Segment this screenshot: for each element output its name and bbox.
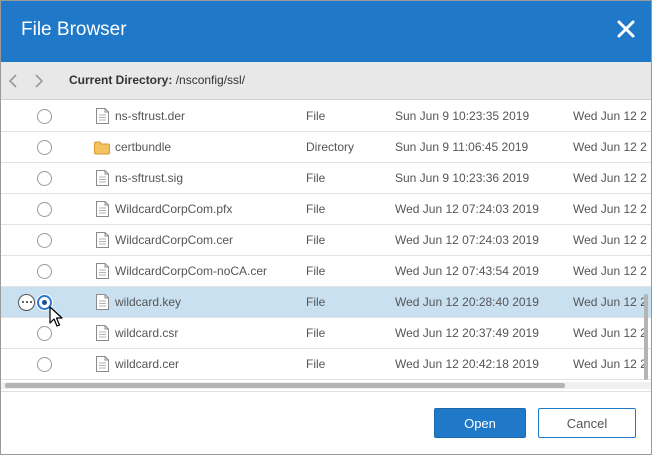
file-modified: Wed Jun 12 2 [573,202,647,216]
current-directory-path: /nsconfig/ssl/ [172,73,246,87]
file-type: File [306,357,326,371]
folder-icon [94,141,110,155]
file-modified: Wed Jun 12 2 [573,171,647,185]
close-icon[interactable] [615,18,637,40]
list-item[interactable]: WildcardCorpCom.cer File Wed Jun 12 07:2… [1,225,651,256]
file-created: Wed Jun 12 20:28:40 2019 [395,295,539,309]
file-type: File [306,202,326,216]
list-item-selected[interactable]: wildcard.key File Wed Jun 12 20:28:40 20… [1,287,651,318]
dialog-footer: Open Cancel [1,391,651,454]
open-button[interactable]: Open [434,408,526,438]
file-modified: Wed Jun 12 2 [573,264,647,278]
file-name[interactable]: WildcardCorpCom.pfx [115,202,232,216]
list-item[interactable]: ns-sftrust.sig File Sun Jun 9 10:23:36 2… [1,163,651,194]
file-created: Wed Jun 12 20:37:49 2019 [395,326,539,340]
cancel-button[interactable]: Cancel [538,408,636,438]
row-radio[interactable] [37,326,52,341]
file-created: Wed Jun 12 07:43:54 2019 [395,264,539,278]
list-item[interactable]: certbundle Directory Sun Jun 9 11:06:45 … [1,132,651,163]
file-name[interactable]: certbundle [115,140,171,154]
row-radio[interactable] [37,357,52,372]
file-type: File [306,233,326,247]
file-created: Sun Jun 9 10:23:36 2019 [395,171,530,185]
row-radio[interactable] [37,264,52,279]
file-icon [96,325,109,341]
file-icon [96,294,109,310]
file-name[interactable]: ns-sftrust.der [115,109,185,123]
file-icon [96,108,109,124]
row-radio[interactable] [37,140,52,155]
horizontal-scroll-thumb[interactable] [5,383,565,388]
file-name[interactable]: wildcard.cer [115,357,179,371]
file-name[interactable]: wildcard.csr [115,326,178,340]
file-icon [96,201,109,217]
file-browser-dialog: File Browser Current Directory: /nsconfi… [0,0,652,455]
file-modified: Wed Jun 12 2 [573,357,647,371]
row-radio[interactable] [37,109,52,124]
file-type: File [306,326,326,340]
row-radio[interactable] [37,171,52,186]
file-list: ns-sftrust.der File Sun Jun 9 10:23:35 2… [1,101,651,382]
list-item[interactable]: wildcard.cer File Wed Jun 12 20:42:18 20… [1,349,651,380]
file-modified: Wed Jun 12 2 [573,109,647,123]
file-created: Wed Jun 12 07:24:03 2019 [395,233,539,247]
file-modified: Wed Jun 12 2 [573,295,647,309]
row-radio[interactable] [37,233,52,248]
chevron-right-icon[interactable] [32,73,46,89]
file-name[interactable]: wildcard.key [115,295,181,309]
file-modified: Wed Jun 12 2 [573,140,647,154]
vertical-scrollbar[interactable] [642,101,651,382]
file-name[interactable]: WildcardCorpCom.cer [115,233,233,247]
file-type: File [306,295,326,309]
directory-bar: Current Directory: /nsconfig/ssl/ [1,62,651,100]
file-icon [96,263,109,279]
more-options-icon[interactable] [18,294,35,311]
file-modified: Wed Jun 12 2 [573,233,647,247]
file-icon [96,356,109,372]
file-created: Sun Jun 9 11:06:45 2019 [395,140,529,154]
row-radio[interactable] [37,202,52,217]
list-item[interactable]: WildcardCorpCom.pfx File Wed Jun 12 07:2… [1,194,651,225]
file-created: Wed Jun 12 20:42:18 2019 [395,357,539,371]
file-name[interactable]: ns-sftrust.sig [115,171,183,185]
file-type: File [306,264,326,278]
list-item[interactable]: ns-sftrust.der File Sun Jun 9 10:23:35 2… [1,101,651,132]
file-icon [96,232,109,248]
dialog-title: File Browser [21,19,127,40]
file-icon [96,170,109,186]
dialog-titlebar: File Browser [1,1,651,62]
current-directory: Current Directory: /nsconfig/ssl/ [69,73,245,87]
file-modified: Wed Jun 12 2 [573,326,647,340]
horizontal-scrollbar[interactable] [1,382,651,389]
file-type: Directory [306,140,355,154]
list-item[interactable]: WildcardCorpCom-noCA.cer File Wed Jun 12… [1,256,651,287]
current-directory-label: Current Directory: [69,73,173,87]
file-created: Wed Jun 12 07:24:03 2019 [395,202,539,216]
vertical-scroll-thumb[interactable] [644,294,648,380]
list-item[interactable]: wildcard.csr File Wed Jun 12 20:37:49 20… [1,318,651,349]
file-type: File [306,109,326,123]
row-radio-checked[interactable] [37,295,52,310]
file-name[interactable]: WildcardCorpCom-noCA.cer [115,264,267,278]
chevron-left-icon[interactable] [6,73,20,89]
file-type: File [306,171,326,185]
file-created: Sun Jun 9 10:23:35 2019 [395,109,530,123]
